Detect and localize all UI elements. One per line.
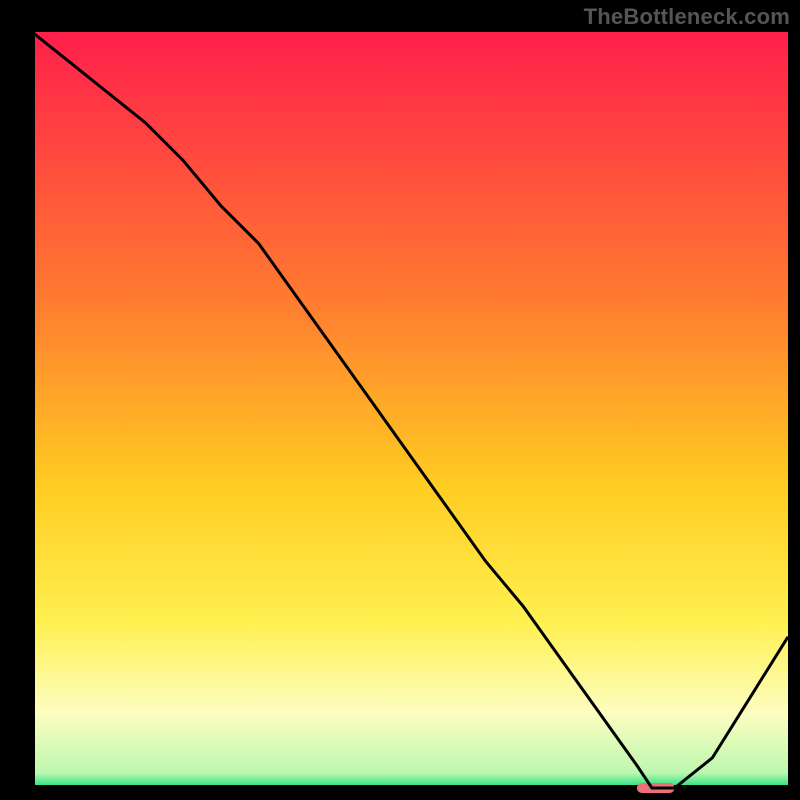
- watermark-text: TheBottleneck.com: [584, 4, 790, 30]
- chart-container: TheBottleneck.com: [0, 0, 800, 800]
- plot-background: [32, 32, 788, 788]
- bottleneck-chart: [0, 0, 800, 800]
